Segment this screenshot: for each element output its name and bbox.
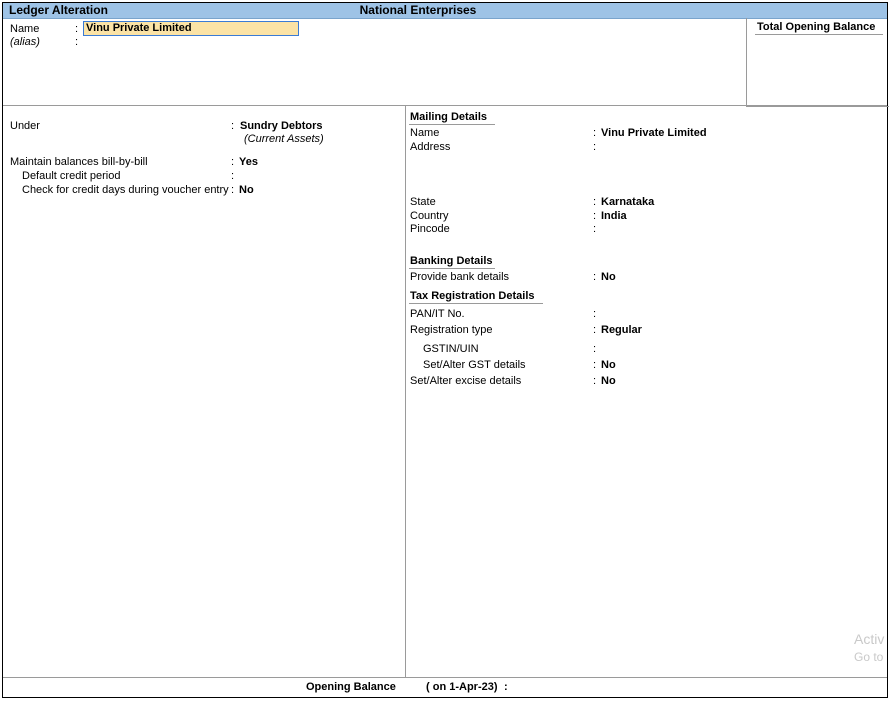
alias-label: (alias) — [10, 36, 40, 48]
billwise-label: Maintain balances bill-by-bill — [10, 156, 148, 168]
banking-details-underline — [409, 268, 495, 269]
state-colon: : — [593, 196, 597, 208]
pan-input[interactable] — [601, 307, 721, 320]
under-value[interactable]: Sundry Debtors — [240, 120, 323, 132]
total-opening-balance-panel: Total Opening Balance — [746, 18, 889, 107]
title-bar: Ledger Alteration National Enterprises — [3, 3, 887, 19]
company-name: National Enterprises — [359, 3, 477, 17]
opening-balance-colon: : — [504, 681, 508, 693]
ledger-alteration-window: Ledger Alteration National Enterprises N… — [2, 2, 889, 698]
name-label: Name — [10, 23, 40, 35]
opening-balance-label: Opening Balance — [306, 681, 396, 693]
pincode-colon: : — [593, 223, 597, 235]
provide-bank-value[interactable]: No — [601, 271, 616, 283]
mailing-name-value[interactable]: Vinu Private Limited — [601, 127, 707, 139]
opening-balance-input[interactable] — [515, 680, 715, 694]
credit-days-value[interactable]: No — [239, 184, 254, 196]
billwise-value[interactable]: Yes — [239, 156, 258, 168]
activation-watermark-line2: Go to — [854, 650, 884, 664]
alias-input[interactable] — [85, 35, 295, 48]
provide-bank-colon: : — [593, 271, 597, 283]
opening-balance-date: ( on 1-Apr-23) — [426, 681, 498, 693]
gst-details-value[interactable]: No — [601, 359, 616, 371]
country-value[interactable]: India — [601, 210, 627, 222]
gst-details-colon: : — [593, 359, 597, 371]
gst-details-label: Set/Alter GST details — [423, 359, 526, 371]
column-divider — [405, 106, 406, 677]
credit-period-label: Default credit period — [22, 170, 121, 182]
excise-details-value[interactable]: No — [601, 375, 616, 387]
total-opening-balance-label: Total Opening Balance — [757, 21, 876, 33]
activation-watermark-line1: Activ — [854, 631, 885, 647]
credit-period-colon: : — [231, 170, 235, 182]
address-label: Address — [410, 141, 451, 153]
state-value[interactable]: Karnataka — [601, 196, 654, 208]
gstin-colon: : — [593, 343, 597, 355]
footer-divider — [3, 677, 887, 678]
pincode-input[interactable] — [601, 222, 721, 235]
mailing-details-title: Mailing Details — [410, 111, 488, 123]
under-colon: : — [231, 120, 235, 132]
tax-details-title: Tax Registration Details — [410, 290, 535, 302]
state-label: State — [410, 196, 436, 208]
country-colon: : — [593, 210, 597, 222]
credit-period-input[interactable] — [239, 169, 359, 182]
gstin-label: GSTIN/UIN — [423, 343, 479, 355]
credit-days-label: Check for credit days during voucher ent… — [22, 184, 229, 196]
credit-days-colon: : — [231, 184, 235, 196]
tax-details-underline — [409, 303, 543, 304]
excise-details-colon: : — [593, 375, 597, 387]
registration-type-label: Registration type — [410, 324, 493, 336]
excise-details-label: Set/Alter excise details — [410, 375, 522, 387]
mailing-name-label: Name — [410, 127, 440, 139]
banking-details-title: Banking Details — [410, 255, 493, 267]
registration-type-value[interactable]: Regular — [601, 324, 642, 336]
pan-label: PAN/IT No. — [410, 308, 465, 320]
gstin-input[interactable] — [601, 342, 721, 355]
address-colon: : — [593, 141, 597, 153]
mailing-details-underline — [409, 124, 495, 125]
under-parent-group: (Current Assets) — [244, 133, 324, 145]
header-divider — [3, 105, 887, 106]
billwise-colon: : — [231, 156, 235, 168]
total-opening-balance-underline — [755, 34, 883, 35]
pan-colon: : — [593, 308, 597, 320]
registration-type-colon: : — [593, 324, 597, 336]
name-colon: : — [75, 23, 79, 35]
alias-colon: : — [75, 36, 79, 48]
mailing-name-colon: : — [593, 127, 597, 139]
pincode-label: Pincode — [410, 223, 450, 235]
ledger-name-input[interactable]: Vinu Private Limited — [83, 21, 299, 36]
address-input[interactable] — [601, 140, 841, 190]
country-label: Country — [410, 210, 449, 222]
provide-bank-label: Provide bank details — [410, 271, 510, 283]
under-label: Under — [10, 120, 40, 132]
